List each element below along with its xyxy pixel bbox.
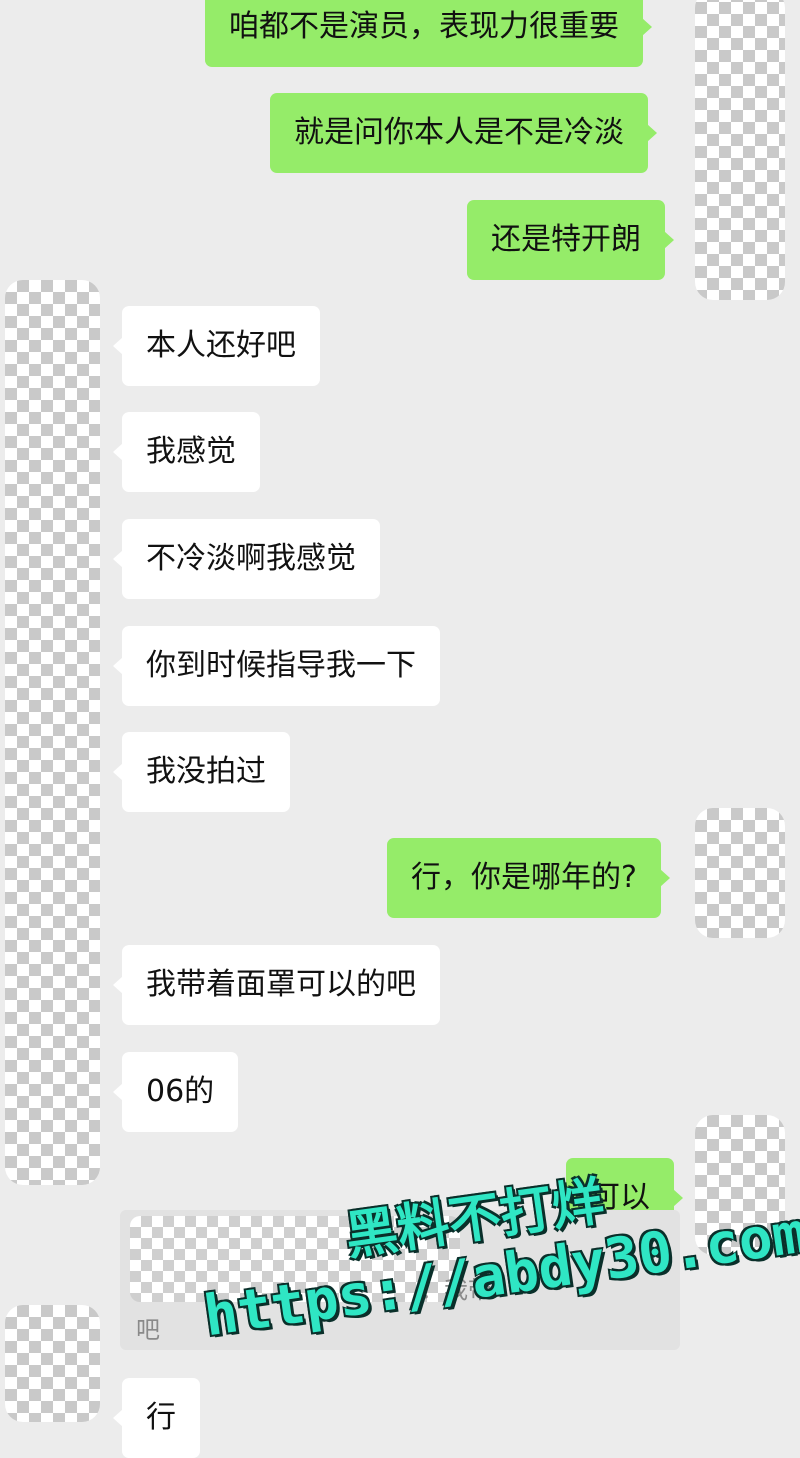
message-bubble-incoming[interactable]: 行 [113, 1378, 200, 1458]
chat-thread: 咱都不是演员，表现力很重要 就是问你本人是不是冷淡 还是特开朗 本人还好吧 我感… [0, 0, 800, 1458]
message-bubble-outgoing[interactable]: 行，你是哪年的? [387, 838, 670, 918]
message-bubble-outgoing[interactable]: 还是特开朗 [467, 200, 674, 280]
quoted-text-tail: 吧 [136, 1316, 160, 1344]
self-avatar[interactable] [695, 0, 785, 300]
contact-avatar[interactable] [5, 1305, 100, 1422]
contact-avatar[interactable] [5, 280, 100, 1185]
message-bubble-incoming[interactable]: 我没拍过 [113, 732, 290, 812]
message-bubble-incoming[interactable]: 本人还好吧 [113, 306, 320, 386]
message-bubble-incoming[interactable]: 你到时候指导我一下 [113, 626, 440, 706]
message-bubble-outgoing[interactable]: 就是问你本人是不是冷淡 [270, 93, 657, 173]
message-bubble-incoming[interactable]: 06的 [112, 1052, 239, 1132]
message-bubble-incoming[interactable]: 不冷淡啊我感觉 [113, 519, 380, 599]
message-bubble-incoming[interactable]: 我带着面罩可以的吧 [113, 945, 440, 1025]
self-avatar[interactable] [695, 808, 785, 938]
message-bubble-incoming[interactable]: 我感觉 [113, 412, 260, 492]
message-bubble-outgoing[interactable]: 咱都不是演员，表现力很重要 [205, 0, 652, 67]
